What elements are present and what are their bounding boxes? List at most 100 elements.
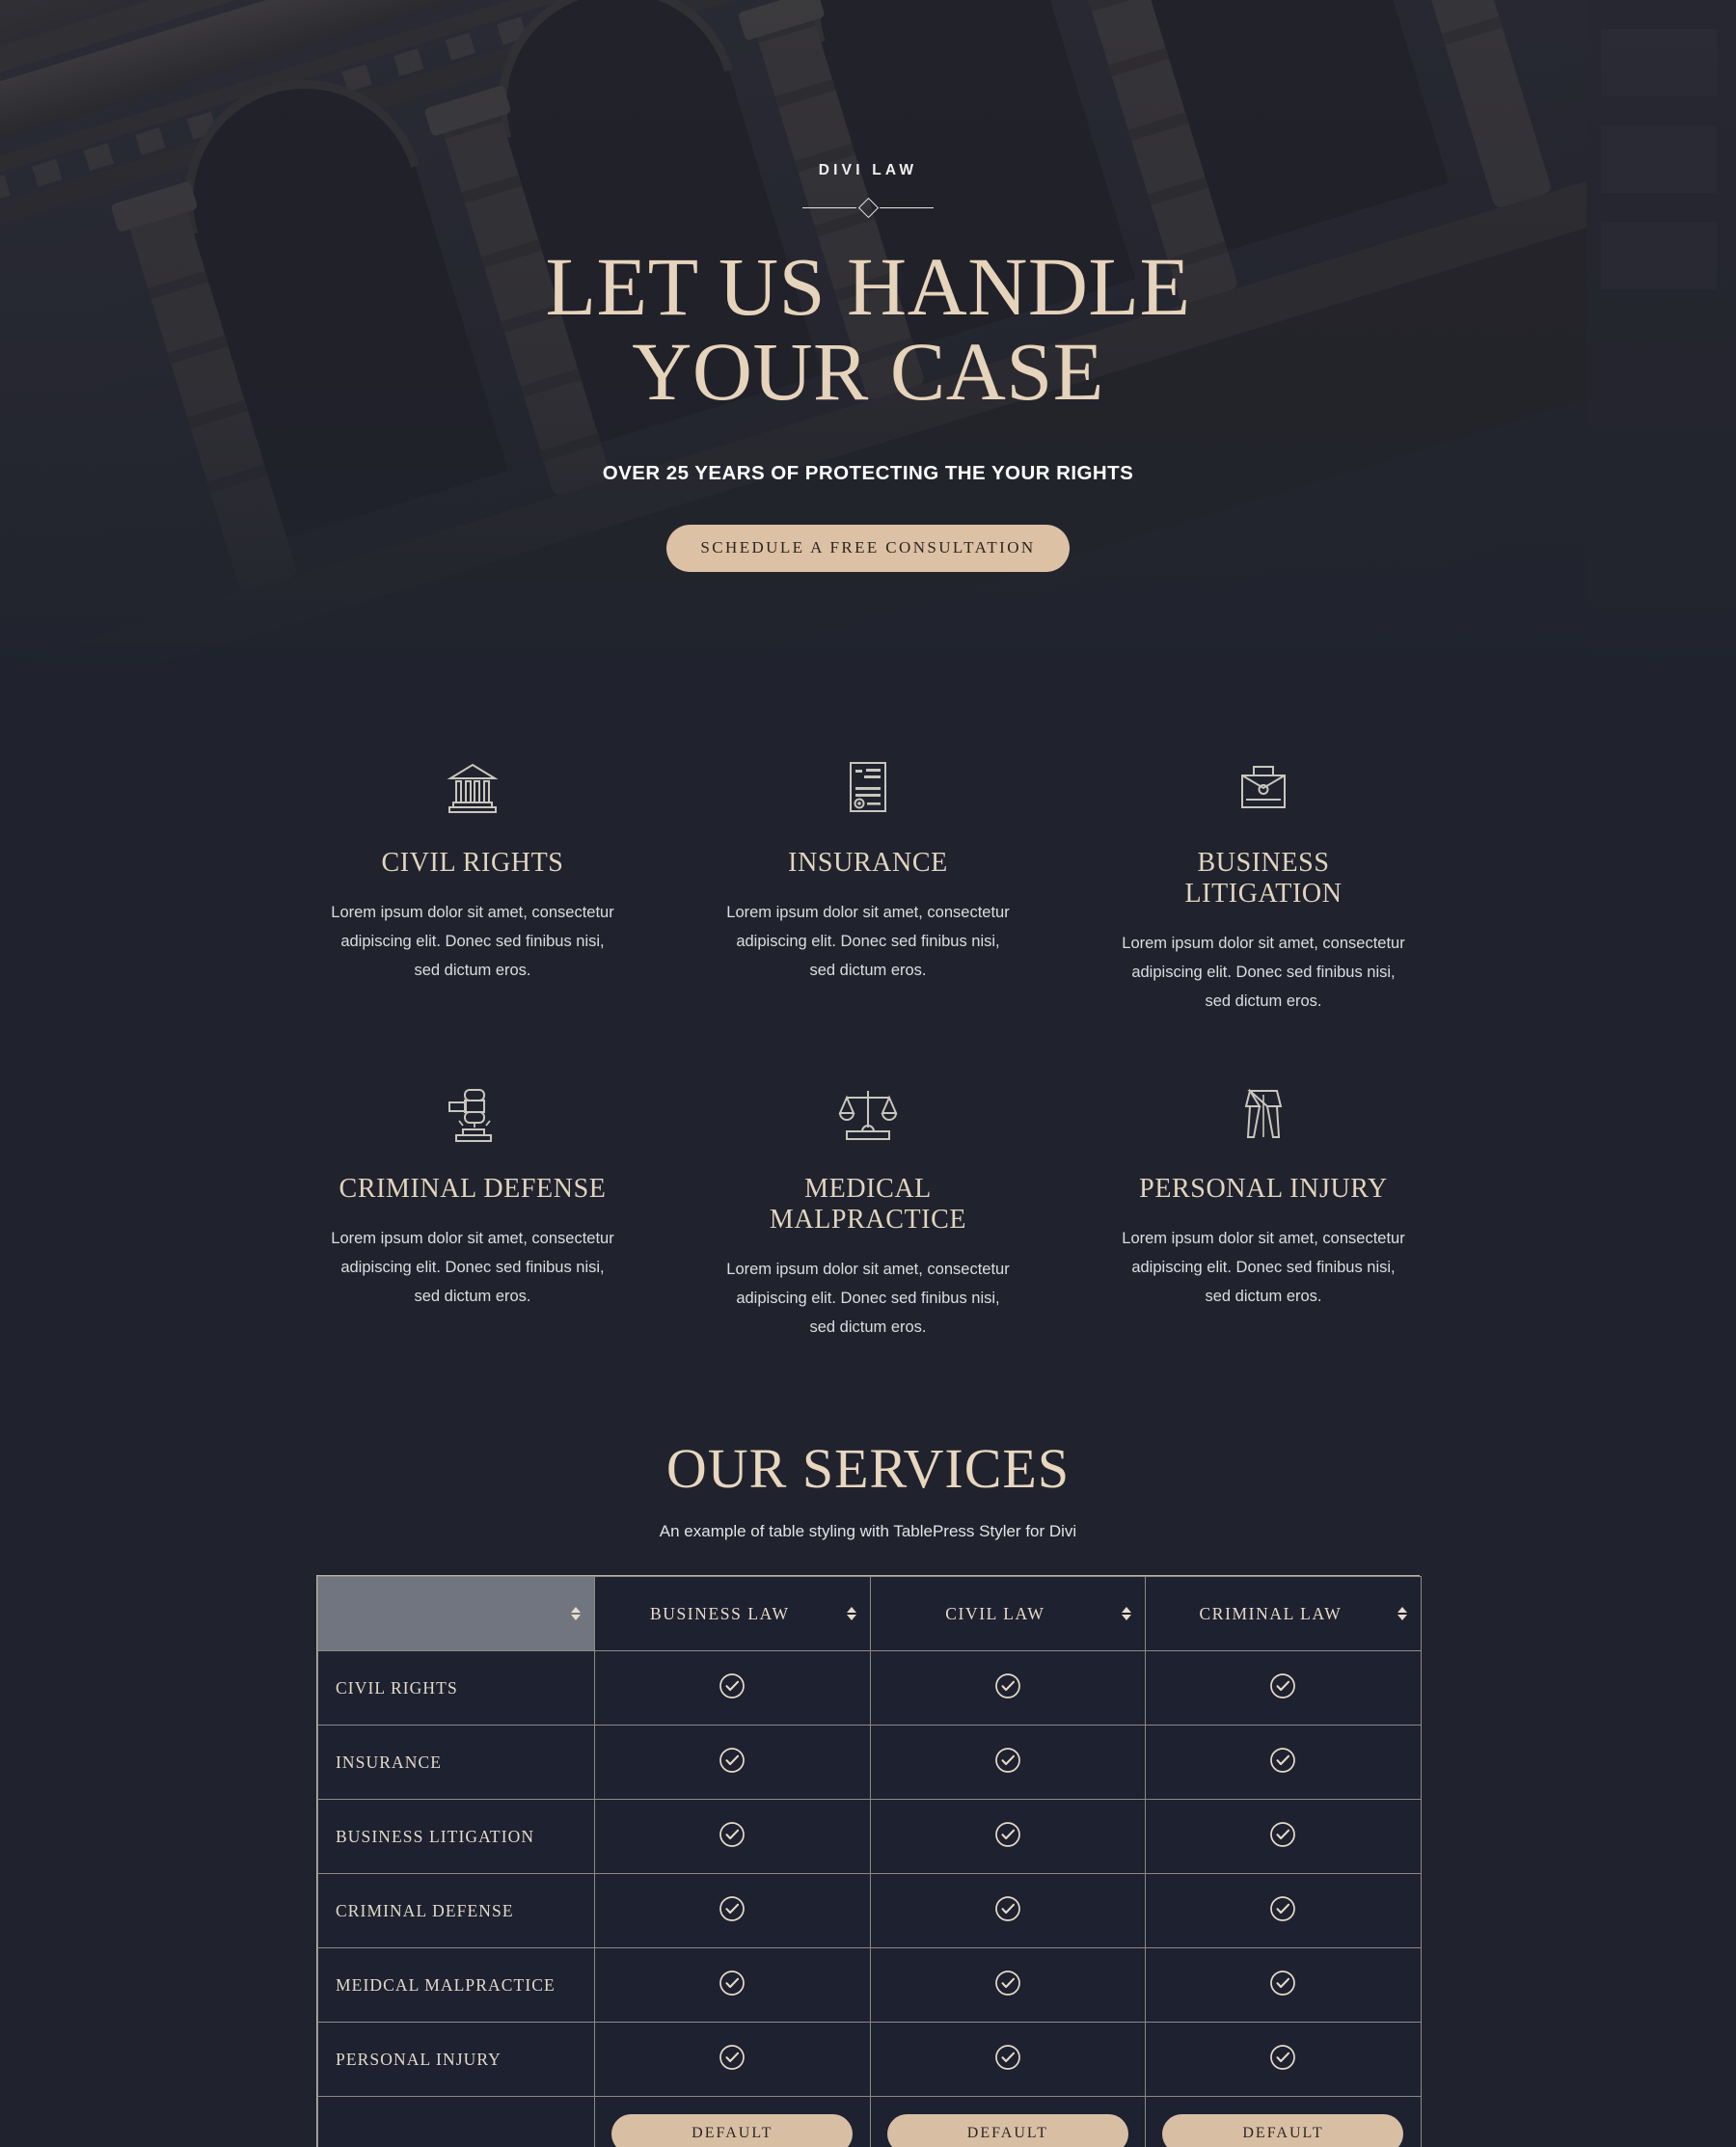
sort-arrows-icon[interactable]	[1122, 1605, 1132, 1622]
briefcase-icon	[1121, 751, 1406, 823]
table-row-label: MEIDCAL MALPRACTICE	[317, 1947, 595, 2024]
table-cell-check	[1145, 1799, 1422, 1875]
services-table: BUSINESS LAW CIVIL LAW CRIMINAL LAW CIVI…	[317, 1576, 1422, 2147]
check-circle-icon	[718, 1820, 746, 1849]
check-circle-icon	[718, 1969, 746, 1998]
table-cell-check	[1145, 1947, 1422, 2024]
table-header-row: BUSINESS LAW CIVIL LAW CRIMINAL LAW	[317, 1576, 1422, 1652]
table-cell-check	[594, 2022, 871, 2098]
check-circle-icon	[993, 1746, 1022, 1775]
service-card-business-litigation: BUSINESS LITIGATION Lorem ipsum dolor si…	[1099, 740, 1427, 1066]
sort-arrows-icon[interactable]	[846, 1605, 857, 1622]
gavel-icon	[330, 1077, 615, 1149]
hero-subtitle: OVER 25 YEARS OF PROTECTING THE YOUR RIG…	[602, 462, 1134, 485]
table-header-label: BUSINESS LAW	[649, 1603, 790, 1623]
certificate-icon	[725, 751, 1011, 823]
service-card-title: CRIMINAL DEFENSE	[339, 1174, 607, 1205]
table-cell-check	[594, 1650, 871, 1726]
service-card-text: Lorem ipsum dolor sit amet, consectetur …	[331, 904, 614, 980]
check-circle-icon	[1268, 1894, 1297, 1923]
check-circle-icon	[993, 1820, 1022, 1849]
table-row: BUSINESS LITIGATION	[317, 1799, 1422, 1875]
service-card-text: Lorem ipsum dolor sit amet, consectetur …	[1122, 1230, 1405, 1306]
check-circle-icon	[1268, 1969, 1297, 1998]
default-button[interactable]: DEFAULT	[886, 2113, 1128, 2147]
table-cell-check	[869, 2022, 1147, 2098]
service-card-text: Lorem ipsum dolor sit amet, consectetur …	[726, 904, 1010, 980]
table-row-label: BUSINESS LITIGATION	[317, 1799, 595, 1875]
table-row-label: PERSONAL INJURY	[317, 2022, 595, 2098]
table-row-label: CIVIL RIGHTS	[317, 1650, 595, 1726]
courthouse-icon	[330, 751, 615, 823]
table-header-cell-civil-law[interactable]: CIVIL LAW	[869, 1576, 1147, 1652]
table-cell-check	[594, 1873, 871, 1949]
table-row: CIVIL RIGHTS	[317, 1650, 1422, 1726]
service-card-text: Lorem ipsum dolor sit amet, consectetur …	[331, 1230, 614, 1306]
service-cards-grid: CIVIL RIGHTS Lorem ipsum dolor sit amet,…	[309, 740, 1427, 1392]
service-card-criminal-defense: CRIMINAL DEFENSE Lorem ipsum dolor sit a…	[309, 1066, 637, 1392]
check-circle-icon	[1268, 2043, 1297, 2072]
check-circle-icon	[718, 1746, 746, 1775]
table-cell-check	[869, 1873, 1147, 1949]
table-header-label: CIVIL LAW	[945, 1603, 1045, 1623]
service-card-title: CIVIL RIGHTS	[381, 848, 564, 878]
sort-arrows-icon[interactable]	[571, 1605, 582, 1622]
schedule-consultation-button[interactable]: SCHEDULE A FREE CONSULTATION	[666, 525, 1070, 573]
check-circle-icon	[718, 2043, 746, 2072]
service-card-text: Lorem ipsum dolor sit amet, consectetur …	[1122, 935, 1405, 1011]
hero-section: DIVI LAW LET US HANDLE YOUR CASE OVER 25…	[0, 0, 1736, 670]
table-row: INSURANCE	[317, 1725, 1422, 1801]
service-card-insurance: INSURANCE Lorem ipsum dolor sit amet, co…	[704, 740, 1032, 1066]
table-cell-check	[1145, 1650, 1422, 1726]
check-circle-icon	[1268, 1820, 1297, 1849]
service-card-medical-malpractice: MEDICAL MALPRACTICE Lorem ipsum dolor si…	[704, 1066, 1032, 1392]
table-footer-cell: DEFAULT	[1145, 2096, 1422, 2147]
check-circle-icon	[718, 1671, 746, 1700]
table-footer-cell: DEFAULT	[869, 2096, 1147, 2147]
sort-arrows-icon[interactable]	[1397, 1605, 1408, 1622]
brand-eyebrow: DIVI LAW	[818, 162, 918, 178]
service-card-civil-rights: CIVIL RIGHTS Lorem ipsum dolor sit amet,…	[309, 740, 637, 1066]
robe-icon	[1121, 1077, 1406, 1149]
default-button[interactable]: DEFAULT	[611, 2113, 854, 2147]
check-circle-icon	[993, 1894, 1022, 1923]
table-cell-check	[1145, 1873, 1422, 1949]
table-row: CRIMINAL DEFENSE	[317, 1873, 1422, 1949]
services-table-wrapper: BUSINESS LAW CIVIL LAW CRIMINAL LAW CIVI…	[316, 1575, 1422, 2147]
section-subtitle: An example of table styling with TablePr…	[659, 1522, 1077, 1541]
hero-title-line-1: LET US HANDLE	[545, 240, 1191, 333]
table-row: MEIDCAL MALPRACTICE	[317, 1947, 1422, 2024]
service-card-text: Lorem ipsum dolor sit amet, consectetur …	[726, 1261, 1010, 1337]
table-cell-check	[869, 1725, 1147, 1801]
table-header-cell-business-law[interactable]: BUSINESS LAW	[594, 1576, 871, 1652]
check-circle-icon	[1268, 1746, 1297, 1775]
scales-icon	[725, 1077, 1011, 1149]
diamond-divider-icon	[802, 195, 934, 220]
table-cell-check	[594, 1725, 871, 1801]
check-circle-icon	[718, 1894, 746, 1923]
table-header-label: CRIMINAL LAW	[1199, 1603, 1343, 1623]
service-card-title: INSURANCE	[788, 848, 948, 878]
table-cell-check	[1145, 2022, 1422, 2098]
table-row: PERSONAL INJURY	[317, 2022, 1422, 2098]
table-footer-label	[317, 2096, 595, 2147]
table-header-cell-criminal-law[interactable]: CRIMINAL LAW	[1145, 1576, 1422, 1652]
table-cell-check	[594, 1947, 871, 2024]
service-cards-section: CIVIL RIGHTS Lorem ipsum dolor sit amet,…	[0, 670, 1736, 1392]
service-card-personal-injury: PERSONAL INJURY Lorem ipsum dolor sit am…	[1099, 1066, 1427, 1392]
hero-title-line-2: YOUR CASE	[632, 324, 1104, 418]
table-cell-check	[869, 1947, 1147, 2024]
table-body: CIVIL RIGHTS INSURANCE BUSINESS LITIGATION…	[317, 1650, 1422, 2147]
check-circle-icon	[1268, 1671, 1297, 1700]
table-cell-check	[1145, 1725, 1422, 1801]
table-header-cell-0[interactable]	[317, 1576, 595, 1652]
check-circle-icon	[993, 1671, 1022, 1700]
check-circle-icon	[993, 1969, 1022, 1998]
table-row-label: CRIMINAL DEFENSE	[317, 1873, 595, 1949]
table-footer-row: DEFAULT DEFAULT DEFAULT	[317, 2096, 1422, 2147]
check-circle-icon	[993, 2043, 1022, 2072]
our-services-table-section: OUR SERVICES An example of table styling…	[0, 1392, 1736, 2147]
service-card-title: BUSINESS LITIGATION	[1184, 848, 1343, 909]
page-title: LET US HANDLE YOUR CASE	[546, 244, 1191, 414]
default-button[interactable]: DEFAULT	[1162, 2113, 1404, 2147]
